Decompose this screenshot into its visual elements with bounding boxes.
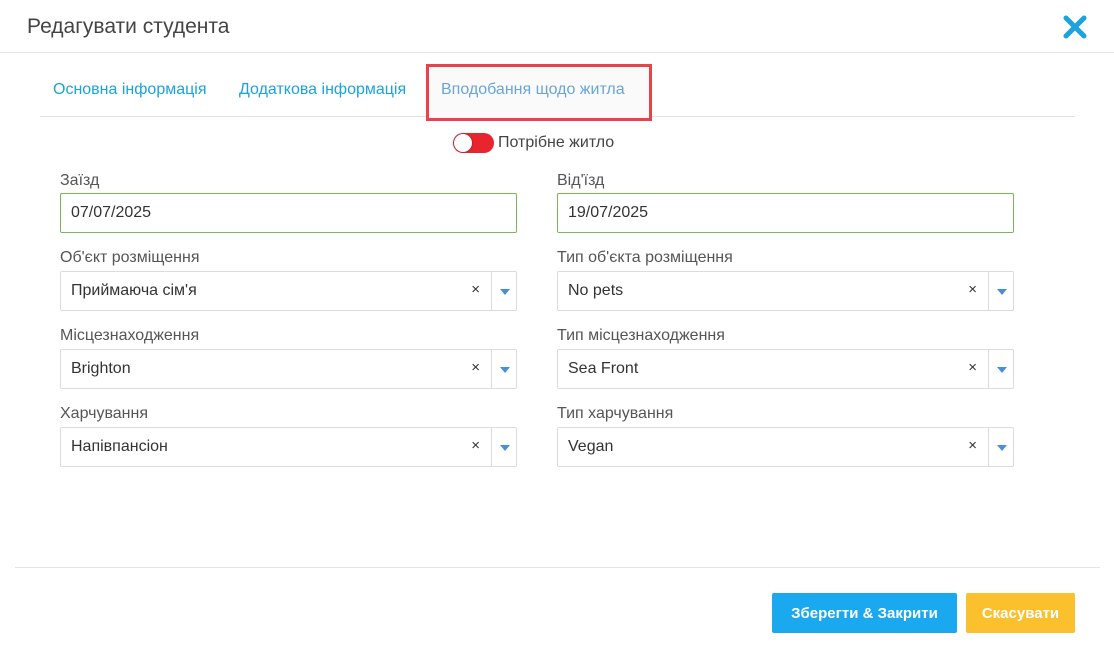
modal-header: Редагувати студента bbox=[0, 0, 1114, 53]
housing-needed-label: Потрібне житло bbox=[498, 134, 615, 151]
arrival-label: Заїзд bbox=[60, 172, 100, 189]
departure-label: Від'їзд bbox=[557, 172, 605, 189]
close-icon bbox=[1063, 15, 1087, 39]
chevron-down-icon[interactable] bbox=[500, 445, 510, 451]
select-divider bbox=[491, 428, 492, 466]
chevron-down-icon[interactable] bbox=[997, 289, 1007, 295]
clear-icon[interactable]: × bbox=[968, 281, 977, 298]
select-divider bbox=[491, 272, 492, 310]
meals-label: Харчування bbox=[60, 405, 149, 422]
clear-icon[interactable]: × bbox=[471, 359, 480, 376]
save-and-close-button[interactable]: Зберегти & Закрити bbox=[772, 593, 957, 633]
close-button[interactable] bbox=[1062, 14, 1088, 40]
select-value: Brighton bbox=[71, 360, 131, 377]
accommodation-type-select[interactable]: No pets × bbox=[557, 271, 1014, 311]
select-divider bbox=[988, 350, 989, 388]
meals-type-select[interactable]: Vegan × bbox=[557, 427, 1014, 467]
cancel-button[interactable]: Скасувати bbox=[966, 593, 1075, 633]
meals-select[interactable]: Напівпансіон × bbox=[60, 427, 517, 467]
tab-housing-preferences[interactable]: Вподобання щодо житла bbox=[441, 81, 625, 99]
select-divider bbox=[988, 428, 989, 466]
toggle-knob bbox=[454, 134, 472, 152]
tab-bar: Основна інформація Додаткова інформація … bbox=[40, 64, 1075, 121]
select-divider bbox=[988, 272, 989, 310]
chevron-down-icon[interactable] bbox=[500, 367, 510, 373]
accommodation-label: Об'єкт розміщення bbox=[60, 249, 200, 266]
tab-additional-info[interactable]: Додаткова інформація bbox=[239, 81, 406, 99]
location-select[interactable]: Brighton × bbox=[60, 349, 517, 389]
select-value: Sea Front bbox=[568, 360, 639, 377]
housing-needed-toggle[interactable] bbox=[453, 133, 494, 153]
select-value: Приймаюча сім'я bbox=[71, 282, 197, 299]
chevron-down-icon[interactable] bbox=[997, 445, 1007, 451]
chevron-down-icon[interactable] bbox=[500, 289, 510, 295]
modal-title: Редагувати студента bbox=[27, 15, 230, 38]
select-value: Напівпансіон bbox=[71, 438, 168, 455]
tab-main-info[interactable]: Основна інформація bbox=[53, 81, 207, 99]
clear-icon[interactable]: × bbox=[968, 437, 977, 454]
clear-icon[interactable]: × bbox=[471, 437, 480, 454]
meals-type-label: Тип харчування bbox=[557, 405, 674, 422]
departure-date-input[interactable] bbox=[557, 193, 1014, 233]
accommodation-select[interactable]: Приймаюча сім'я × bbox=[60, 271, 517, 311]
accommodation-type-label: Тип об'єкта розміщення bbox=[557, 249, 733, 266]
location-type-label: Тип місцезнаходження bbox=[557, 327, 725, 344]
chevron-down-icon[interactable] bbox=[997, 367, 1007, 373]
clear-icon[interactable]: × bbox=[471, 281, 480, 298]
location-label: Місцезнаходження bbox=[60, 327, 200, 344]
select-divider bbox=[491, 350, 492, 388]
select-value: Vegan bbox=[568, 438, 614, 455]
location-type-select[interactable]: Sea Front × bbox=[557, 349, 1014, 389]
footer-divider bbox=[15, 567, 1100, 568]
arrival-date-input[interactable] bbox=[60, 193, 517, 233]
select-value: No pets bbox=[568, 282, 624, 299]
clear-icon[interactable]: × bbox=[968, 359, 977, 376]
